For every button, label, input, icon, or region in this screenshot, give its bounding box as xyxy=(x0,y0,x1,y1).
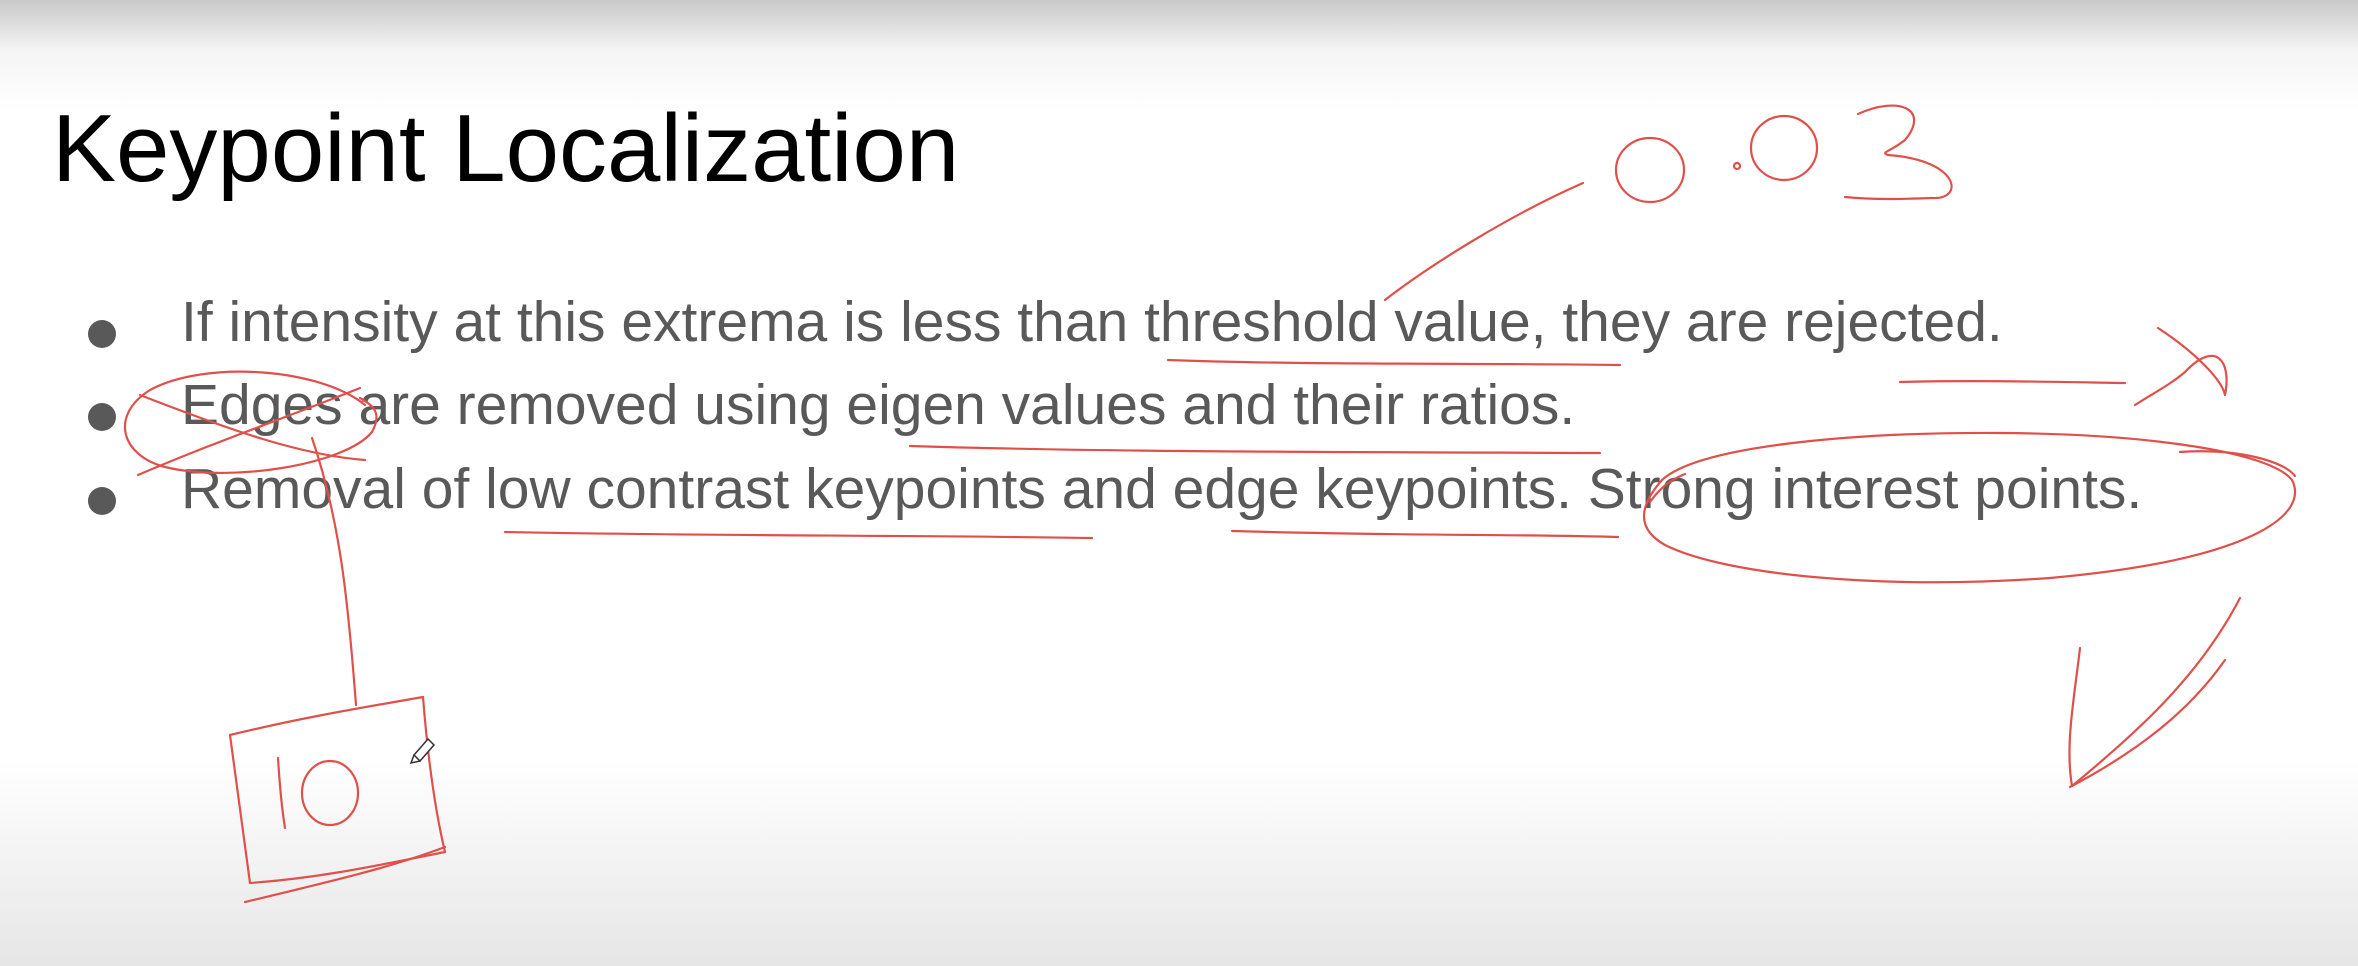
bullet-text: Edges are removed using eigen values and… xyxy=(181,373,1576,437)
bullet-text: If intensity at this extrema is less tha… xyxy=(181,290,2003,354)
slide-title: Keypoint Localization xyxy=(52,95,960,202)
cross-mark-icon xyxy=(2133,326,2228,407)
bullet-dot-icon xyxy=(88,320,116,348)
slide: Keypoint Localization If intensity at th… xyxy=(0,0,2358,966)
handwritten-box-note xyxy=(228,695,447,904)
bullet-dot-icon xyxy=(88,403,116,431)
pencil-cursor-icon xyxy=(409,737,436,765)
check-mark-icon xyxy=(2068,596,2242,789)
bullet-text: Removal of low contrast keypoints and ed… xyxy=(181,457,2143,521)
handwritten-threshold-note xyxy=(1383,104,1953,302)
bullet-dot-icon xyxy=(88,487,116,515)
